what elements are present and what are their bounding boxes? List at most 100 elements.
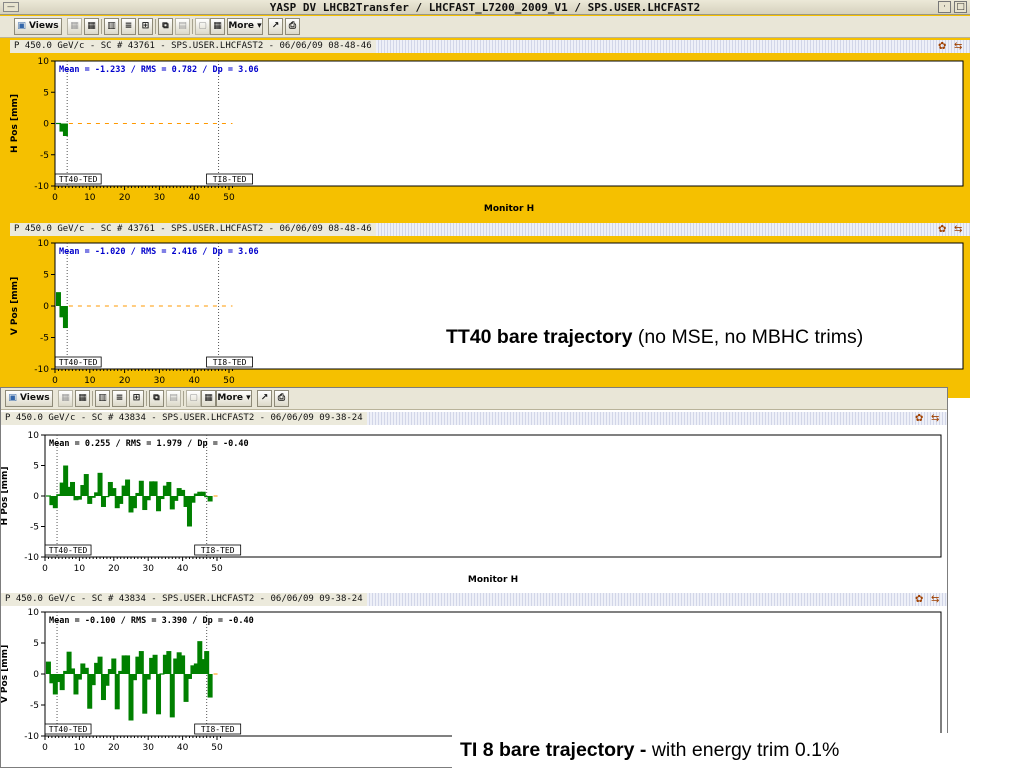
y-axis-label: V Pos [mm] [10,277,20,335]
maximize-icon[interactable]: □ [954,1,967,13]
table-button[interactable]: ▦ [201,390,216,407]
tt40-annotation: TT40 bare trajectory (no MSE, no MBHC tr… [446,326,863,349]
main-toolbar: ▣ Views ▦ ▦ ▥ ≡ ⊞ ⧉ ▤ ▢ ▦ More ▾ ↗ ⎙ [1,388,947,410]
panel-title: P 450.0 GeV/c - SC # 43834 - SPS.USER.LH… [1,593,367,606]
stats-label: Mean = -1.020 / RMS = 2.416 / Dp = 3.06 [59,247,259,257]
views-icon: ▣ [17,21,26,31]
y-axis-label: H Pos [mm] [1,467,10,526]
data-bar [128,674,134,721]
ti8-annotation-title: TI 8 bare trajectory - [460,739,647,761]
y-tick-label: -5 [40,334,49,344]
x-tick-label: 50 [211,743,223,753]
data-bar [62,123,68,136]
data-bar [138,480,144,496]
more-label: More [217,393,243,403]
marker-tag: TI8-TED [206,173,253,185]
layout-grid-button[interactable]: ▦ [67,18,82,35]
view-columns-button[interactable]: ▥ [104,18,119,35]
data-bar [111,658,117,674]
x-axis-label: Monitor H [484,204,534,214]
table-button[interactable]: ▦ [210,18,225,35]
data-bar [166,651,172,674]
panel-settings-icon[interactable]: ✿ [938,40,946,53]
x-tick-label: 40 [188,193,200,203]
marker-label: TI8-TED [201,546,235,555]
y-tick-label: -5 [30,523,39,533]
panel-title: P 450.0 GeV/c - SC # 43834 - SPS.USER.LH… [1,412,367,425]
data-bar [59,674,65,691]
list-icon[interactable]: ≡ [121,18,136,35]
more-button[interactable]: More ▾ [227,18,263,35]
toolbar-separator [155,19,156,34]
x-tick-label: 30 [154,193,166,203]
x-tick-label: 10 [74,743,86,753]
panel-detach-icon[interactable]: ⇆ [954,223,962,236]
x-tick-label: 50 [211,564,223,574]
print-icon[interactable]: ⎙ [285,18,300,35]
more-button[interactable]: More ▾ [216,390,252,407]
blank-button[interactable]: ▢ [195,18,210,35]
panel-title: P 450.0 GeV/c - SC # 43761 - SPS.USER.LH… [10,40,376,53]
data-bar [145,674,151,680]
data-bar [104,674,110,686]
panel-settings-icon[interactable]: ✿ [938,223,946,236]
layout-icon[interactable]: ▦ [75,390,90,407]
x-tick-label: 10 [84,376,96,386]
data-bar [207,496,213,502]
x-tick-label: 40 [177,564,189,574]
screen: — YASP DV LHCB2Transfer / LHCFAST_L7200_… [0,0,1024,768]
chart-button[interactable]: ↗ [268,18,283,35]
data-bar [90,496,96,498]
print-icon[interactable]: ⎙ [274,390,289,407]
chart-ti8-horizontal: 1050-5-100 10 20 30 40 50H Pos [mm]Monitor HT… [1,431,942,585]
more-label: More [228,21,254,31]
panel-title: P 450.0 GeV/c - SC # 43761 - SPS.USER.LH… [10,223,376,236]
x-axis-label: Monitor H [468,575,518,585]
stats-label: Mean = -1.233 / RMS = 0.782 / Dp = 3.06 [59,65,259,75]
y-tick-label: 5 [33,639,39,649]
toolbar-separator [92,391,93,406]
x-tick-label: 20 [119,193,131,203]
blank-button[interactable]: ▢ [186,390,201,407]
data-bar [180,655,186,674]
data-bar [111,488,117,496]
copy-button[interactable]: ▤ [166,390,181,407]
panel-detach-icon[interactable]: ⇆ [931,593,939,606]
zoom-icon[interactable]: ⧉ [149,390,164,407]
views-icon: ▣ [8,393,17,403]
marker-tag: TI8-TED [206,356,253,368]
y-tick-label: -5 [30,701,39,711]
chart-tt40-vertical: 1050-5-100 10 20 30 40 50V Pos [mm]TT40-TED TI… [10,239,964,386]
window-titlebar: — YASP DV LHCB2Transfer / LHCFAST_L7200_… [0,0,970,15]
copy-button[interactable]: ▤ [175,18,190,35]
layout-grid-button[interactable]: ▦ [58,390,73,407]
data-bar [70,668,76,674]
marker-tag: TT40-TED [54,173,102,185]
views-button[interactable]: ▣ Views [5,390,53,407]
layout-icon[interactable]: ▦ [84,18,99,35]
panel-settings-icon[interactable]: ✿ [915,412,923,425]
views-button[interactable]: ▣ Views [14,18,62,35]
panel-settings-icon[interactable]: ✿ [915,593,923,606]
data-bar [190,496,196,503]
tt40-annotation-title: TT40 bare trajectory [446,326,633,348]
data-bar [186,674,192,679]
data-bar [45,661,51,674]
ti8-annotation: TI 8 bare trajectory - with energy trim … [452,733,1024,768]
chart-button[interactable]: ↗ [257,390,272,407]
minimize-icon[interactable]: · [938,1,951,13]
marker-label: TI8-TED [213,175,247,184]
view-columns-button[interactable]: ▥ [95,390,110,407]
toolbar-separator [146,391,147,406]
zoom-icon[interactable]: ⧉ [158,18,173,35]
view-grid-button[interactable]: ⊞ [129,390,144,407]
data-bar [204,651,210,674]
toolbar-separator [183,391,184,406]
list-icon[interactable]: ≡ [112,390,127,407]
panel-detach-icon[interactable]: ⇆ [931,412,939,425]
y-tick-label: 0 [43,120,49,130]
panel-detach-icon[interactable]: ⇆ [954,40,962,53]
view-grid-button[interactable]: ⊞ [138,18,153,35]
y-axis-label: H Pos [mm] [10,94,20,153]
y-tick-label: -5 [40,151,49,161]
